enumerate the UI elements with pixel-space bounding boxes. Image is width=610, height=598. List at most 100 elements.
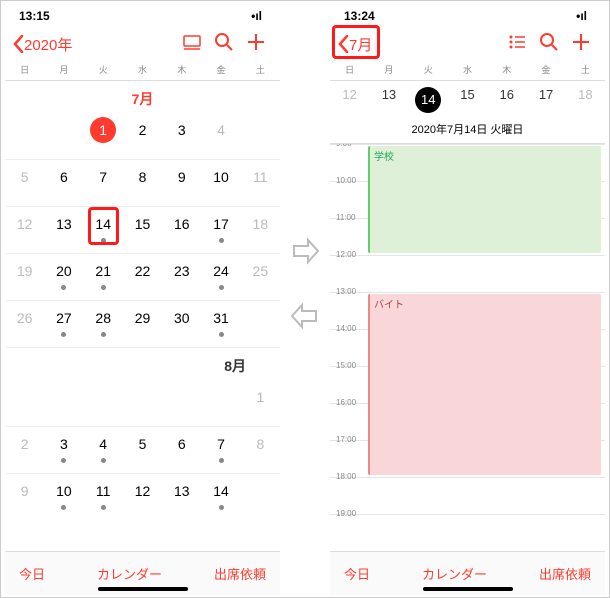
calendar-day[interactable]: 21 <box>84 254 123 301</box>
day-strip[interactable]: 12131415161718 <box>330 81 605 119</box>
calendar-day[interactable]: 3 <box>44 427 83 474</box>
inbox-button[interactable]: 出席依頼 <box>214 564 266 583</box>
calendar-day[interactable]: 8 <box>241 427 280 474</box>
day-strip-day[interactable]: 17 <box>526 87 565 113</box>
calendar-day[interactable]: 4 <box>201 113 240 160</box>
calendar-day[interactable]: 12 <box>123 474 162 521</box>
calendar-day <box>5 113 44 160</box>
calendar-day[interactable]: 26 <box>5 301 44 348</box>
calendar-grid[interactable]: 1234567891011121314151617181920212223242… <box>5 113 280 348</box>
calendar-day[interactable]: 1 <box>84 113 123 160</box>
today-button[interactable]: 今日 <box>344 564 370 583</box>
calendar-day[interactable]: 10 <box>201 160 240 207</box>
weekday: 水 <box>448 63 487 76</box>
inbox-button[interactable]: 出席依頼 <box>539 564 591 583</box>
calendar-day[interactable]: 14 <box>201 474 240 521</box>
status-bar: 13:15 •ıl <box>5 5 280 27</box>
calendar-day[interactable]: 7 <box>201 427 240 474</box>
weekday: 土 <box>566 63 605 76</box>
day-strip-day[interactable]: 18 <box>566 87 605 113</box>
chevron-left-icon <box>13 35 24 53</box>
calendar-day[interactable]: 22 <box>123 254 162 301</box>
calendar-day[interactable]: 25 <box>241 254 280 301</box>
calendar-day[interactable]: 9 <box>162 160 201 207</box>
calendar-day[interactable]: 6 <box>44 160 83 207</box>
calendar-day[interactable]: 6 <box>162 427 201 474</box>
hour-label: 12:00 <box>336 250 356 259</box>
calendar-day[interactable]: 5 <box>5 160 44 207</box>
calendar-day[interactable]: 18 <box>241 207 280 254</box>
calendar-day[interactable]: 3 <box>162 113 201 160</box>
hour-label: 11:00 <box>336 213 355 222</box>
calendar-day[interactable]: 11 <box>241 160 280 207</box>
calendars-button[interactable]: カレンダー <box>422 564 487 583</box>
calendar-day[interactable]: 1 <box>241 380 280 427</box>
calendar-day[interactable]: 8 <box>123 160 162 207</box>
calendar-event[interactable]: 学校 <box>368 146 601 253</box>
calendar-day[interactable]: 30 <box>162 301 201 348</box>
calendar-day[interactable]: 2 <box>5 427 44 474</box>
calendar-day[interactable]: 20 <box>44 254 83 301</box>
add-button[interactable] <box>565 32 597 57</box>
calendar-grid[interactable]: 1234567891011121314 <box>5 380 280 521</box>
weekday: 水 <box>123 63 162 76</box>
hour-label: 10:00 <box>336 176 356 185</box>
calendar-day[interactable]: 29 <box>123 301 162 348</box>
calendar-day[interactable]: 11 <box>84 474 123 521</box>
arrow-left-icon <box>290 301 320 331</box>
search-button[interactable] <box>208 32 240 57</box>
calendar-day <box>84 380 123 427</box>
add-button[interactable] <box>240 32 272 57</box>
calendar-day[interactable]: 24 <box>201 254 240 301</box>
timeline[interactable]: 9:0010:0011:0012:0013:0014:0015:0016:001… <box>330 144 605 552</box>
calendar-day[interactable]: 16 <box>162 207 201 254</box>
calendar-day[interactable]: 31 <box>201 301 240 348</box>
calendar-day[interactable]: 19 <box>5 254 44 301</box>
status-time: 13:15 <box>19 9 50 23</box>
weekday: 月 <box>44 63 83 76</box>
calendar-day[interactable]: 27 <box>44 301 83 348</box>
day-strip-day[interactable]: 15 <box>448 87 487 113</box>
back-label: 7月 <box>349 34 372 55</box>
today-button[interactable]: 今日 <box>19 564 45 583</box>
day-strip-day[interactable]: 12 <box>330 87 369 113</box>
calendar-day[interactable]: 13 <box>44 207 83 254</box>
calendar-day[interactable]: 28 <box>84 301 123 348</box>
back-button[interactable]: 2020年 <box>13 34 72 55</box>
calendar-day[interactable]: 7 <box>84 160 123 207</box>
calendar-day[interactable]: 15 <box>123 207 162 254</box>
calendar-day[interactable]: 14 <box>84 207 123 254</box>
day-view-phone: 13:24 •ıl 7月 日月火水木金土 12131415161718 202 <box>330 5 605 595</box>
calendars-button[interactable]: カレンダー <box>97 564 162 583</box>
home-indicator <box>423 587 513 591</box>
weekday: 火 <box>84 63 123 76</box>
view-toggle-button[interactable] <box>176 32 208 57</box>
day-strip-day[interactable]: 16 <box>487 87 526 113</box>
nav-bar: 2020年 <box>5 27 280 61</box>
calendar-day[interactable]: 5 <box>123 427 162 474</box>
calendar-day[interactable]: 23 <box>162 254 201 301</box>
calendar-day <box>162 380 201 427</box>
nav-bar: 7月 <box>330 27 605 61</box>
calendar-day[interactable]: 4 <box>84 427 123 474</box>
hour-label: 17:00 <box>336 435 356 444</box>
calendar-day[interactable]: 10 <box>44 474 83 521</box>
calendar-day[interactable]: 13 <box>162 474 201 521</box>
calendar-day[interactable]: 12 <box>5 207 44 254</box>
calendar-day[interactable]: 17 <box>201 207 240 254</box>
day-strip-day[interactable]: 14 <box>409 87 448 113</box>
calendar-event[interactable]: バイト <box>368 294 601 475</box>
calendar-day[interactable]: 2 <box>123 113 162 160</box>
search-button[interactable] <box>533 32 565 57</box>
full-date: 2020年7月14日 火曜日 <box>330 119 605 144</box>
calendar-day <box>201 380 240 427</box>
day-strip-day[interactable]: 13 <box>369 87 408 113</box>
hour-label: 15:00 <box>336 361 356 370</box>
calendar-day[interactable]: 9 <box>5 474 44 521</box>
list-toggle-button[interactable] <box>501 32 533 57</box>
hour-label: 14:00 <box>336 324 356 333</box>
calendar-day <box>241 474 280 521</box>
back-button[interactable]: 7月 <box>338 34 372 55</box>
weekday: 金 <box>201 63 240 76</box>
weekday-header: 日月火水木金土 <box>330 61 605 81</box>
